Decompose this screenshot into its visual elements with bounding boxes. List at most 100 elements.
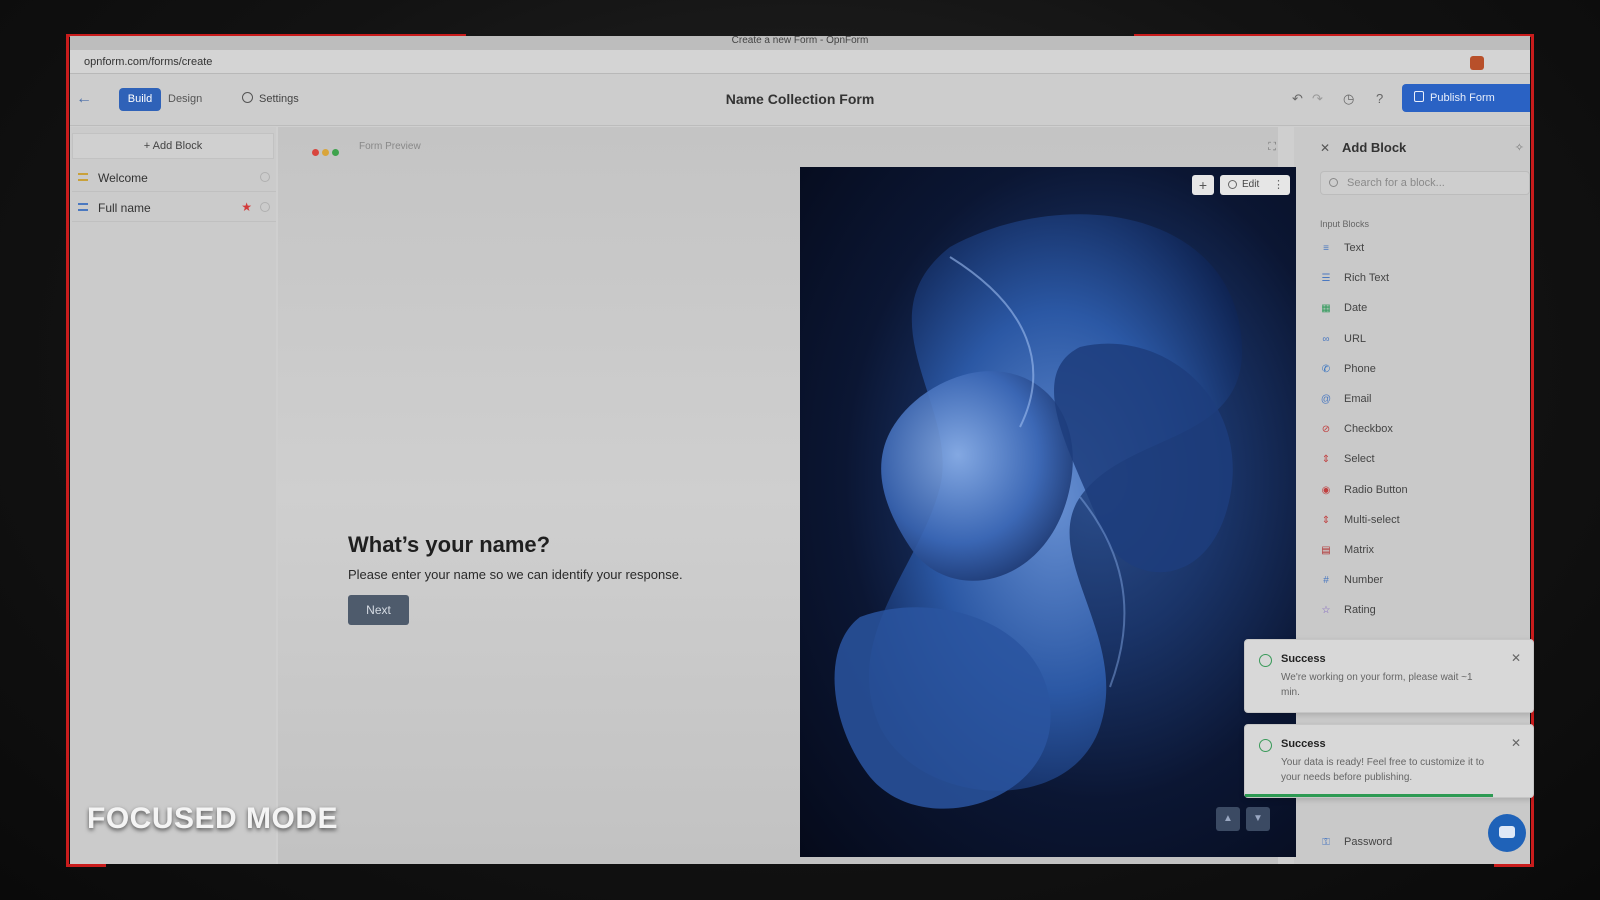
red-dot-icon (312, 149, 319, 156)
frame-bottom-right-line (1494, 864, 1534, 867)
pin-icon[interactable]: ✧ (1515, 141, 1524, 154)
check-circle-icon (1259, 654, 1272, 667)
block-option-text[interactable]: ≡ Text (1320, 242, 1364, 262)
edit-image-button[interactable]: Edit ⋮ (1220, 175, 1290, 195)
add-block-label: Add Block (152, 140, 203, 152)
previous-question-button[interactable]: ▲ (1216, 807, 1240, 831)
block-item-full-name[interactable]: Full name ★ (72, 194, 276, 222)
redo-icon[interactable]: ↷ (1312, 91, 1323, 107)
checkbox-icon: ⊘ (1321, 424, 1331, 436)
block-option-password[interactable]: ⚿ Password (1320, 836, 1392, 856)
more-options-icon[interactable]: ⋮ (1273, 175, 1284, 195)
text-lines-icon: ≡ (1323, 243, 1329, 254)
save-icon (1414, 91, 1424, 102)
help-icon[interactable]: ? (1376, 91, 1383, 106)
required-star-icon: ★ (241, 200, 252, 214)
star-icon: ☆ (1321, 605, 1331, 617)
block-search-input[interactable]: Search for a block... (1320, 171, 1530, 195)
link-icon: ∞ (1322, 333, 1330, 345)
address-bar[interactable]: opnform.com/forms/create (70, 50, 1530, 74)
block-label: Full name (98, 201, 151, 215)
window-dots (312, 143, 342, 161)
expand-icon[interactable]: ⛶ (1268, 141, 1276, 154)
block-option-label: Number (1344, 574, 1384, 587)
block-option-number[interactable]: # Number (1320, 574, 1383, 594)
block-option-label: Rating (1344, 604, 1376, 617)
block-option-rich-text[interactable]: ☰ Rich Text (1320, 272, 1390, 292)
next-button[interactable]: Next (348, 595, 409, 625)
key-icon: ⚿ (1322, 837, 1330, 848)
block-option-label: Checkbox (1344, 423, 1393, 436)
next-question-button[interactable]: ▼ (1246, 807, 1270, 831)
block-option-label: Radio Button (1344, 483, 1408, 496)
close-icon[interactable]: ✕ (1320, 141, 1330, 155)
block-option-checkbox[interactable]: ⊘ Checkbox (1320, 423, 1393, 443)
block-option-label: Date (1344, 302, 1368, 315)
calendar-icon: ▦ (1321, 303, 1331, 315)
publish-form-button[interactable]: Publish Form (1402, 84, 1530, 112)
block-option-date[interactable]: ▦ Date (1320, 302, 1367, 322)
select-icon: ⇕ (1321, 454, 1331, 466)
success-toast: Success We're working on your form, plea… (1244, 639, 1534, 713)
hash-icon: # (1323, 575, 1329, 587)
toast-title: Success (1281, 738, 1326, 750)
block-label: Welcome (98, 171, 148, 185)
matrix-icon: ▤ (1321, 545, 1331, 556)
edit-label: Edit (1242, 179, 1260, 190)
multi-select-icon: ⇕ (1321, 514, 1331, 526)
block-option-email[interactable]: @ Email (1320, 393, 1372, 413)
input-blocks-heading: Input Blocks (1320, 219, 1370, 229)
radio-icon: ◉ (1321, 484, 1331, 496)
block-option-label: Rich Text (1344, 272, 1390, 285)
question-title: What’s your name? (348, 532, 551, 557)
chat-support-button[interactable] (1488, 814, 1526, 852)
window-titlebar: Create a new Form - OpnForm (70, 36, 1530, 50)
block-option-multi-select[interactable]: ⇕ Multi-select (1320, 514, 1400, 534)
add-block-button[interactable]: + Add Block (72, 133, 274, 159)
cover-image: + Edit ⋮ (800, 167, 1296, 857)
phone-icon: ✆ (1321, 363, 1331, 375)
block-option-label: Matrix (1344, 544, 1374, 556)
block-option-matrix[interactable]: ▤ Matrix (1320, 544, 1374, 564)
chat-icon (1499, 826, 1515, 838)
url-text: opnform.com/forms/create (84, 56, 213, 68)
page-title: Name Collection Form (725, 91, 875, 107)
search-icon (1329, 178, 1338, 187)
frame-bottom-left-line (66, 864, 106, 867)
yellow-dot-icon (322, 149, 329, 156)
block-option-label: Multi-select (1344, 513, 1400, 526)
block-option-radio-button[interactable]: ◉ Radio Button (1320, 484, 1408, 504)
undo-icon[interactable]: ↶ (1292, 91, 1303, 107)
block-item-welcome[interactable]: Welcome (72, 164, 276, 192)
form-preview-label: Form Preview (359, 141, 421, 152)
block-option-label: Password (1344, 836, 1393, 848)
question-help-text: Please enter your name so we can identif… (348, 567, 683, 582)
toast-title: Success (1281, 653, 1326, 665)
add-image-button[interactable]: + (1192, 175, 1214, 195)
block-option-label: Phone (1344, 362, 1376, 375)
toast-message: We're working on your form, please wait … (1281, 672, 1473, 698)
block-option-phone[interactable]: ✆ Phone (1320, 363, 1376, 383)
editor-topbar: ← Build Design Settings Name Collection … (70, 74, 1530, 126)
abstract-bloom-image (834, 214, 1243, 809)
focused-mode-label: FOCUSED MODE (87, 802, 339, 835)
block-option-select[interactable]: ⇕ Select (1320, 453, 1375, 473)
history-icon[interactable]: ◷ (1343, 91, 1354, 107)
close-icon[interactable]: ✕ (1511, 651, 1521, 665)
toast-message: Your data is ready! Feel free to customi… (1281, 757, 1485, 783)
rich-text-icon: ☰ (1321, 273, 1331, 285)
block-list-sidebar: + Add Block Welcome Full name ★ (70, 127, 276, 864)
block-option-rating[interactable]: ☆ Rating (1320, 604, 1376, 624)
extension-icon[interactable] (1470, 56, 1484, 70)
at-icon: @ (1320, 394, 1332, 405)
add-block-panel-title: Add Block (1342, 140, 1407, 155)
success-toast: Success Your data is ready! Feel free to… (1244, 724, 1534, 798)
publish-label: Publish Form (1430, 92, 1495, 104)
gear-icon[interactable] (260, 202, 270, 212)
gear-icon[interactable] (260, 172, 270, 182)
block-option-url[interactable]: ∞ URL (1320, 333, 1366, 353)
welcome-block-icon (78, 173, 88, 181)
green-dot-icon (332, 149, 339, 156)
check-circle-icon (1259, 739, 1272, 752)
close-icon[interactable]: ✕ (1511, 736, 1521, 750)
